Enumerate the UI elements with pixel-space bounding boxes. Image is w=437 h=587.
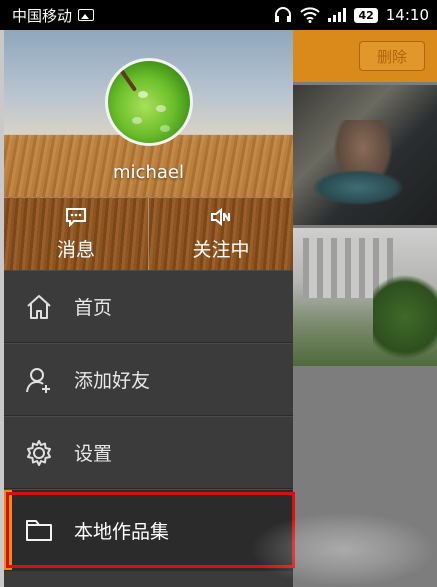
status-bar: 中国移动 42 14:10 <box>0 0 437 30</box>
menu-item-label: 首页 <box>74 297 113 319</box>
menu-item-label: 设置 <box>74 443 113 465</box>
battery-icon: 42 <box>354 7 378 23</box>
messages-button[interactable]: 消息 <box>4 198 148 270</box>
signal-icon <box>328 8 347 22</box>
gym-photo-thumbnail[interactable] <box>293 85 437 225</box>
avatar[interactable] <box>105 58 193 146</box>
messages-label: 消息 <box>56 238 95 261</box>
background-page: 删除 <box>293 30 437 587</box>
menu-item-label: 添加好友 <box>74 370 151 392</box>
add-user-icon <box>26 367 50 393</box>
background-toolbar: 删除 <box>293 30 437 82</box>
watermark <box>250 512 437 587</box>
profile-actions: 消息 关注中 <box>4 197 293 270</box>
home-icon <box>27 294 51 319</box>
clock: 14:10 <box>385 6 429 24</box>
headphones-icon <box>275 7 292 22</box>
gear-icon <box>27 439 51 466</box>
username: michael <box>113 162 184 183</box>
following-button[interactable]: 关注中 <box>148 198 293 270</box>
image-notification-icon <box>78 9 95 21</box>
delete-button[interactable]: 删除 <box>359 41 425 71</box>
following-label: 关注中 <box>192 238 250 261</box>
speaker-mute-icon <box>211 207 230 226</box>
status-icons: 42 14:10 <box>274 6 429 24</box>
message-icon <box>66 207 86 227</box>
menu-item-add-friend[interactable]: 添加好友 <box>4 343 293 416</box>
navigation-drawer: michael 消息 关注中 首页 添加好友 设置 本地作品集 <box>0 30 295 587</box>
carrier-name: 中国移动 <box>12 6 73 25</box>
street-photo-thumbnail[interactable] <box>293 228 437 366</box>
menu-item-home[interactable]: 首页 <box>4 270 293 343</box>
profile-header: michael <box>4 30 293 197</box>
wifi-icon <box>300 7 321 23</box>
menu-item-settings[interactable]: 设置 <box>4 416 293 489</box>
